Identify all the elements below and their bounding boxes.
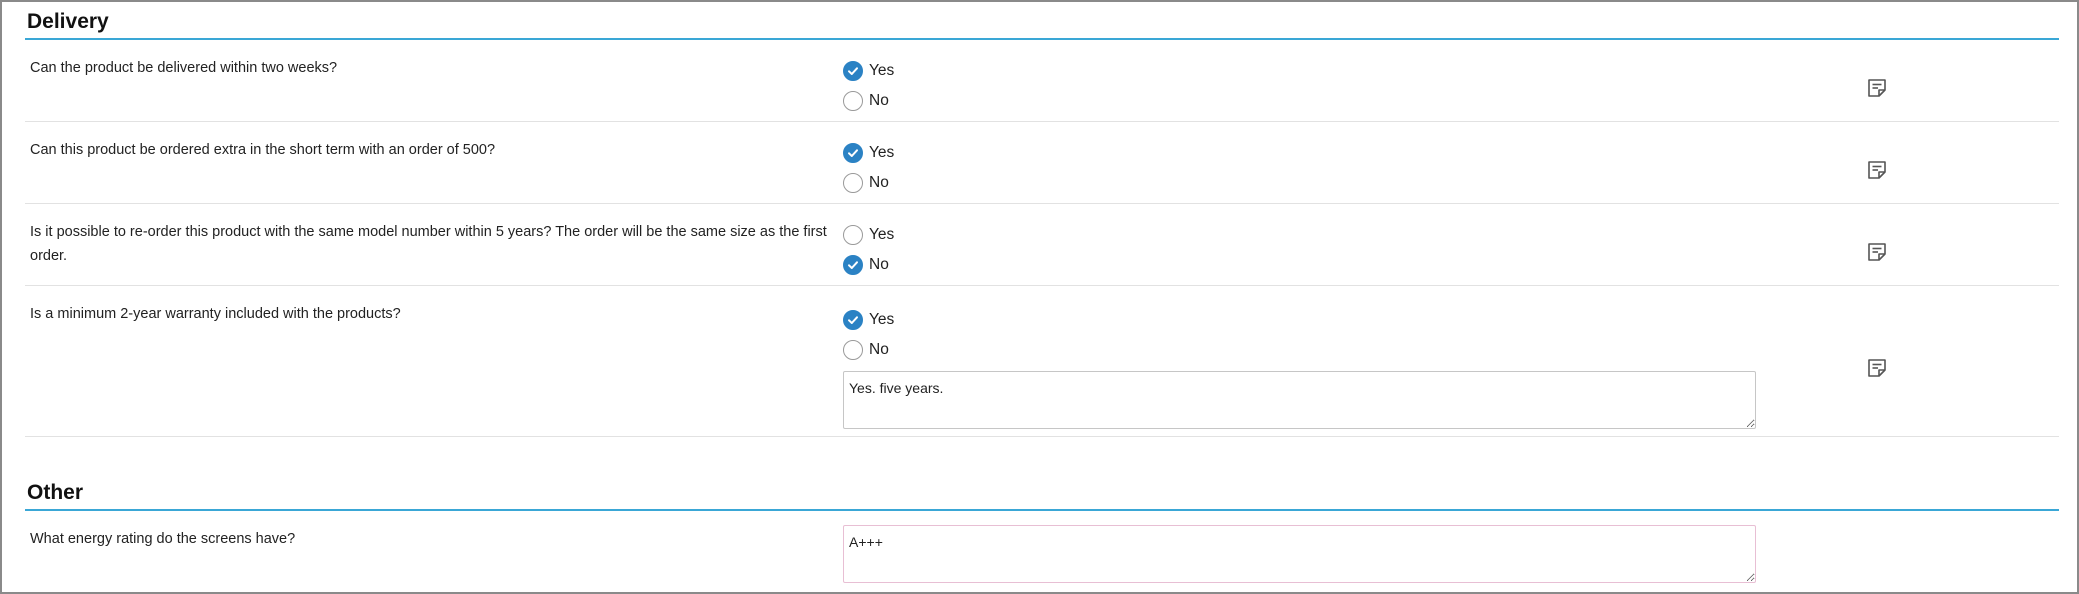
question-text: What energy rating do the screens have? [30,531,296,547]
question-row: What energy rating do the screens have? … [25,511,2059,591]
option-no[interactable]: No [843,335,894,365]
question-text: Is a minimum 2-year warranty included wi… [30,306,401,322]
check-icon [848,261,858,269]
section-title: Other [25,481,2059,511]
radio-button[interactable] [843,143,863,163]
option-yes[interactable]: Yes [843,56,894,86]
option-label: Yes [869,311,895,328]
radio-button[interactable] [843,340,863,360]
option-label: Yes [869,226,895,243]
question-text: Can this product be ordered extra in the… [30,142,496,158]
question-row: Can the product be delivered within two … [25,40,2059,122]
option-yes[interactable]: Yes [843,305,894,335]
comment-textarea[interactable]: Yes. five years. [843,371,1756,429]
radio-button[interactable] [843,310,863,330]
option-label: No [869,174,889,191]
option-yes[interactable]: Yes [843,138,894,168]
section-other: Other What energy rating do the screens … [25,481,2059,591]
check-icon [848,316,858,324]
question-row: Is a minimum 2-year warranty included wi… [25,286,2059,437]
radio-group: Yes No [843,56,894,116]
note-icon[interactable] [1866,357,1888,379]
radio-button[interactable] [843,173,863,193]
section-title: Delivery [25,10,2059,40]
check-icon [848,149,858,157]
option-no[interactable]: No [843,86,894,116]
radio-group: Yes No [843,138,894,198]
option-no[interactable]: No [843,168,894,198]
form-frame: Delivery Can the product be delivered wi… [0,0,2079,594]
option-label: Yes [869,144,895,161]
radio-group: Yes No [843,305,894,365]
option-no[interactable]: No [843,250,894,280]
option-label: No [869,256,889,273]
note-icon[interactable] [1866,241,1888,263]
radio-group: Yes No [843,220,894,280]
option-label: Yes [869,62,895,79]
answer-textarea[interactable]: A+++ [843,525,1756,583]
radio-button[interactable] [843,91,863,111]
note-icon[interactable] [1866,159,1888,181]
option-label: No [869,341,889,358]
question-row: Can this product be ordered extra in the… [25,122,2059,204]
note-icon[interactable] [1866,77,1888,99]
option-label: No [869,92,889,109]
option-yes[interactable]: Yes [843,220,894,250]
radio-button[interactable] [843,61,863,81]
question-text: Can the product be delivered within two … [30,60,338,76]
radio-button[interactable] [843,255,863,275]
radio-button[interactable] [843,225,863,245]
check-icon [848,67,858,75]
question-row: Is it possible to re-order this product … [25,204,2059,286]
question-text: Is it possible to re-order this product … [30,224,827,264]
section-delivery: Delivery Can the product be delivered wi… [25,10,2059,437]
